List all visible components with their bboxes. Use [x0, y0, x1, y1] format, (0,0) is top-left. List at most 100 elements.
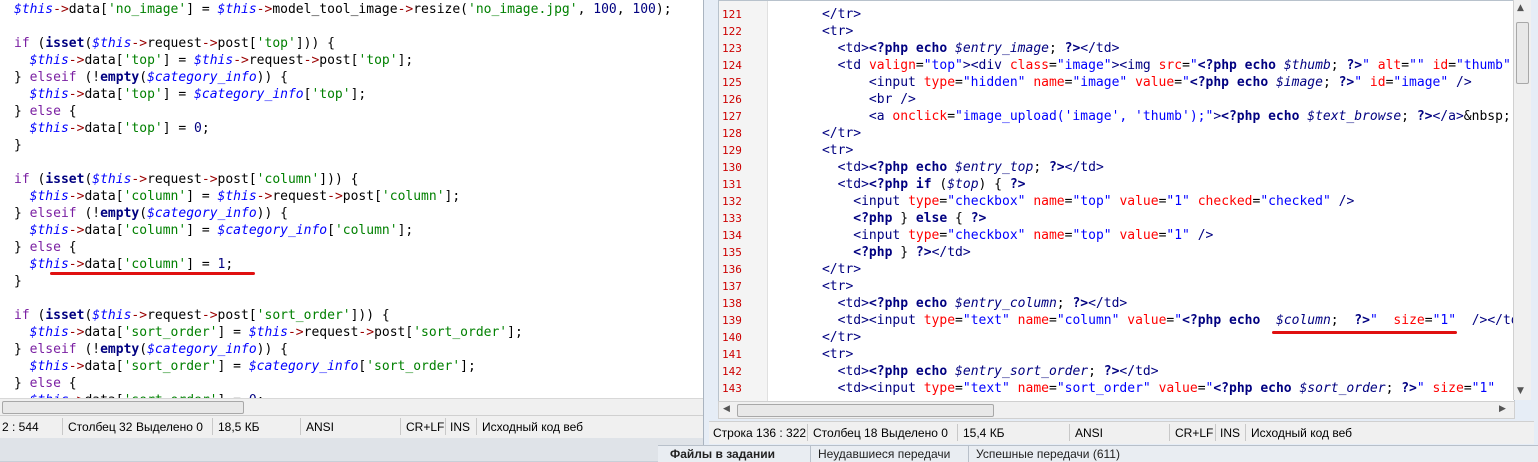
status-selected: Выделено 0: [136, 420, 203, 434]
code-line: <td><?php echo $entry_top; ?></td>: [837, 160, 1104, 175]
status-selected: Выделено 0: [881, 426, 948, 440]
code-line: <?php } else { ?>: [853, 211, 987, 226]
code-line: <input type="checkbox" name="top" value=…: [853, 228, 1214, 243]
code-line: $this->data['top'] = $this->request->pos…: [29, 53, 414, 68]
status-encoding: ANSI: [306, 420, 335, 434]
code-line: }: [14, 138, 22, 153]
right-status-bar: Строка 136 : 322 Столбец 18 Выделено 0 1…: [709, 421, 1534, 444]
scrollbar-thumb[interactable]: [2, 401, 244, 414]
status-size: 18,5 КБ: [218, 420, 260, 434]
status-insert-mode: INS: [450, 420, 471, 434]
code-line: <input type="checkbox" name="top" value=…: [853, 194, 1355, 209]
right-code-editor[interactable]: 121 122 123 124 125 126 127 128 129 130 …: [718, 0, 1515, 402]
status-line-ending: CR+LF: [406, 420, 445, 434]
line-number: 127: [722, 110, 742, 123]
line-number: 131: [722, 178, 742, 191]
code-line: } else {: [14, 376, 77, 391]
tab-failed-transfers[interactable]: Неудавшиеся передачи: [818, 447, 950, 462]
code-line: $this->data['top'] = 0;: [29, 121, 210, 136]
line-number: 132: [722, 195, 742, 208]
code-line: <tr>: [821, 24, 854, 39]
status-line: 2 : 544: [2, 420, 39, 434]
line-number: 124: [722, 59, 742, 72]
code-line: <input type="hidden" name="image" value=…: [868, 75, 1472, 90]
code-line: <tr>: [821, 279, 854, 294]
line-number: 130: [722, 161, 742, 174]
line-number: 135: [722, 246, 742, 259]
line-number: 134: [722, 229, 742, 242]
code-line: $this->data['column'] = $this->request->…: [29, 189, 461, 204]
code-line: } else {: [14, 104, 77, 119]
line-number: 126: [722, 93, 742, 106]
status-syntax: Исходный код веб: [482, 420, 583, 434]
code-line: <td><input type="text" name="sort_order"…: [837, 381, 1496, 396]
code-line: } elseif (!empty($category_info)) {: [14, 70, 288, 85]
code-line: $this->data['sort_order'] = $category_in…: [29, 359, 476, 374]
code-line: </tr>: [821, 330, 862, 345]
left-code-editor[interactable]: $this->data['no_image'] = $this->model_t…: [0, 0, 703, 398]
code-line: } elseif (!empty($category_info)) {: [14, 206, 288, 221]
line-number: 143: [722, 382, 742, 395]
line-number: 141: [722, 348, 742, 361]
code-line: <td><?php if ($top) { ?>: [837, 177, 1026, 192]
line-number: 136: [722, 263, 742, 276]
left-horizontal-scrollbar[interactable]: [0, 398, 703, 415]
scroll-right-arrow-icon[interactable]: ▶: [1499, 404, 1506, 414]
line-number: 139: [722, 314, 742, 327]
right-vertical-scrollbar[interactable]: ▲ ▼: [1513, 0, 1531, 400]
tab-successful-transfers[interactable]: Успешные передачи (611): [976, 447, 1120, 462]
scroll-down-arrow-icon[interactable]: ▼: [1517, 386, 1524, 396]
scroll-up-arrow-icon[interactable]: ▲: [1517, 3, 1524, 13]
code-line: <td><?php echo $entry_sort_order; ?></td…: [837, 364, 1159, 379]
right-editor-window[interactable]: 121 122 123 124 125 126 127 128 129 130 …: [703, 0, 1538, 445]
right-horizontal-scrollbar[interactable]: ◀ ▶: [718, 401, 1515, 419]
line-number: 128: [722, 127, 742, 140]
code-line: $this->data['top'] = $category_info['top…: [29, 87, 367, 102]
code-line: </tr>: [821, 262, 862, 277]
code-line: } else {: [14, 240, 77, 255]
status-insert-mode: INS: [1220, 426, 1241, 440]
red-annotation-underline: [50, 272, 255, 275]
left-status-bar: 2 : 544 Столбец 32 Выделено 0 18,5 КБ AN…: [0, 415, 703, 438]
code-line: } elseif (!empty($category_info)) {: [14, 342, 288, 357]
code-line: if (isset($this->request->post['top'])) …: [14, 36, 335, 51]
code-line: $this->data['column'] = $category_info['…: [29, 223, 414, 238]
status-column: Столбец 18: [813, 426, 878, 440]
code-line: <td><?php echo $entry_image; ?></td>: [837, 41, 1120, 56]
desktop-background-strip: [0, 438, 703, 461]
code-line: <?php } ?></td>: [853, 245, 971, 260]
line-number: 138: [722, 297, 742, 310]
line-number: 133: [722, 212, 742, 225]
status-line: Строка 136 : 322: [713, 426, 807, 440]
code-line: <td><input type="text" name="column" val…: [837, 313, 1514, 328]
status-encoding: ANSI: [1075, 426, 1104, 440]
status-column: Столбец 32: [68, 420, 133, 434]
status-size: 15,4 КБ: [963, 426, 1005, 440]
tab-queued-files[interactable]: Файлы в задании: [670, 447, 775, 462]
code-line: </tr>: [821, 7, 862, 22]
line-number: 129: [722, 144, 742, 157]
line-number: 125: [722, 76, 742, 89]
code-line: <br />: [868, 92, 916, 107]
line-number: 123: [722, 42, 742, 55]
code-line: </tr>: [821, 126, 862, 141]
scroll-left-arrow-icon[interactable]: ◀: [723, 404, 730, 414]
scrollbar-thumb[interactable]: [737, 404, 994, 417]
code-line: $this->data['sort_order'] = $this->reque…: [29, 325, 523, 340]
code-line: if (isset($this->request->post['sort_ord…: [14, 308, 390, 323]
code-line: <a onclick="image_upload('image', 'thumb…: [868, 109, 1511, 124]
code-line: <td valign="top"><div class="image"><img…: [837, 58, 1511, 73]
code-line: }: [14, 274, 22, 289]
transfer-queue-tabs: Файлы в задании Неудавшиеся передачи Усп…: [658, 445, 1538, 462]
red-annotation-underline: [1272, 331, 1457, 334]
scrollbar-thumb[interactable]: [1516, 22, 1529, 84]
line-number: 122: [722, 25, 742, 38]
line-number: 121: [722, 8, 742, 21]
code-line: <td><?php echo $entry_column; ?></td>: [837, 296, 1128, 311]
code-line: if (isset($this->request->post['column']…: [14, 172, 359, 187]
line-number: 137: [722, 280, 742, 293]
code-line: $this->data['column'] = 1;: [29, 257, 234, 272]
status-line-ending: CR+LF: [1175, 426, 1214, 440]
status-syntax: Исходный код веб: [1251, 426, 1352, 440]
code-line: $this->data['no_image'] = $this->model_t…: [14, 2, 672, 17]
